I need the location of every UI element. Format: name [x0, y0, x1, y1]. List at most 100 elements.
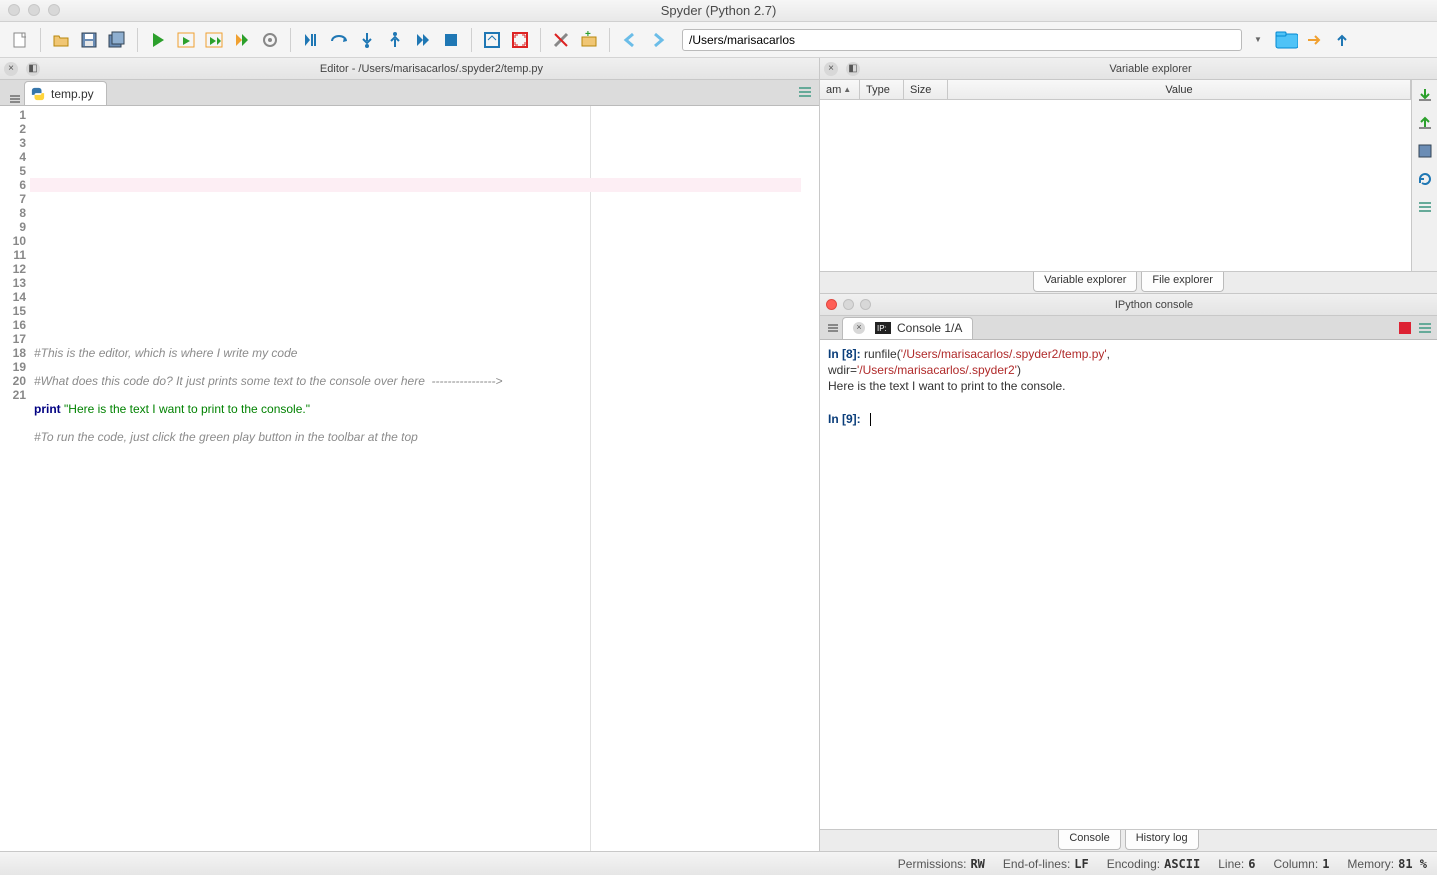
tab-variable-explorer[interactable]: Variable explorer: [1033, 272, 1137, 292]
ipython-title: IPython console: [871, 299, 1437, 311]
tab-history-log[interactable]: History log: [1125, 830, 1199, 850]
run-selection-button[interactable]: [230, 28, 254, 52]
status-memory-label: Memory:: [1347, 857, 1394, 871]
browse-dir-button[interactable]: [1274, 28, 1298, 52]
varex-saveas-button[interactable]: [1416, 142, 1434, 160]
variable-table-header: am▲ Type Size Value: [820, 80, 1411, 100]
svg-text:+: +: [585, 31, 591, 40]
col-size[interactable]: Size: [904, 80, 948, 99]
status-encoding-label: Encoding:: [1107, 857, 1160, 871]
forward-button[interactable]: [646, 28, 670, 52]
zoom-window-button[interactable]: [48, 4, 60, 16]
ipython-tab-list-button[interactable]: [824, 322, 842, 334]
varex-sidebar: [1411, 80, 1437, 271]
window-titlebar: Spyder (Python 2.7): [0, 0, 1437, 22]
ipython-close-button[interactable]: [826, 299, 837, 310]
save-all-button[interactable]: [105, 28, 129, 52]
ipython-bottom-tabs: Console History log: [820, 829, 1437, 851]
varex-title: Variable explorer: [864, 63, 1437, 75]
working-dir-dropdown[interactable]: ▼: [1246, 28, 1270, 52]
undock-pane-button[interactable]: ◧: [26, 62, 40, 76]
ipython-tab-label: Console 1/A: [897, 321, 962, 335]
working-dir-input[interactable]: [682, 29, 1242, 51]
pythonpath-button[interactable]: +: [577, 28, 601, 52]
status-bar: Permissions:RW End-of-lines: LF Encoding:…: [0, 851, 1437, 875]
python-file-icon: [31, 87, 45, 101]
run-cell-button[interactable]: [174, 28, 198, 52]
debug-button[interactable]: [299, 28, 323, 52]
col-name[interactable]: am▲: [820, 80, 860, 99]
variable-table[interactable]: am▲ Type Size Value: [820, 80, 1411, 271]
varex-save-button[interactable]: [1416, 114, 1434, 132]
code-editor[interactable]: 123456789101112131415161718192021 #This …: [0, 106, 819, 851]
close-window-button[interactable]: [8, 4, 20, 16]
status-line-label: Line:: [1218, 857, 1244, 871]
status-line-value: 6: [1248, 857, 1255, 871]
ipython-output[interactable]: In [8]: runfile('/Users/marisacarlos/.sp…: [820, 340, 1437, 829]
open-file-button[interactable]: [49, 28, 73, 52]
back-button[interactable]: [618, 28, 642, 52]
stop-debug-button[interactable]: [439, 28, 463, 52]
step-out-button[interactable]: [383, 28, 407, 52]
varex-import-button[interactable]: [1416, 86, 1434, 104]
ipython-header: IPython console: [820, 294, 1437, 316]
status-encoding-value: ASCII: [1164, 857, 1200, 871]
editor-tabs: temp.py: [0, 80, 819, 106]
run-cell-advance-button[interactable]: [202, 28, 226, 52]
ipython-console-pane: IPython console × IP: Console 1/A In [8]…: [820, 294, 1437, 851]
traffic-lights: [8, 4, 60, 16]
ipython-zoom-button[interactable]: [860, 299, 871, 310]
status-column-value: 1: [1322, 857, 1329, 871]
status-permissions-label: Permissions:: [898, 857, 967, 871]
tab-list-button[interactable]: [6, 93, 24, 105]
editor-pane: × ◧ Editor - /Users/marisacarlos/.spyder…: [0, 58, 820, 851]
ipython-tabs: × IP: Console 1/A: [820, 316, 1437, 340]
tab-file-explorer[interactable]: File explorer: [1141, 272, 1224, 292]
ipython-min-button[interactable]: [843, 299, 854, 310]
preferences-button[interactable]: [549, 28, 573, 52]
editor-pane-title: Editor - /Users/marisacarlos/.spyder2/te…: [44, 63, 819, 75]
status-eol-value: LF: [1074, 857, 1088, 871]
editor-pane-header: × ◧ Editor - /Users/marisacarlos/.spyder…: [0, 58, 819, 80]
editor-options-button[interactable]: [797, 84, 813, 103]
varex-options-button[interactable]: [1416, 198, 1434, 216]
status-eol-label: End-of-lines:: [1003, 857, 1070, 871]
main-toolbar: + ▼: [0, 22, 1437, 58]
ipython-traffic-lights: [820, 299, 871, 310]
ipython-options-button[interactable]: [1417, 320, 1433, 339]
new-file-button[interactable]: [8, 28, 32, 52]
svg-text:IP:: IP:: [877, 324, 887, 333]
set-dir-button[interactable]: [1302, 28, 1326, 52]
step-into-button[interactable]: [355, 28, 379, 52]
status-memory-value: 81 %: [1398, 857, 1427, 871]
run-config-button[interactable]: [258, 28, 282, 52]
step-over-button[interactable]: [327, 28, 351, 52]
varex-undock-button[interactable]: ◧: [846, 62, 860, 76]
fullscreen-button[interactable]: [508, 28, 532, 52]
varex-header: × ◧ Variable explorer: [820, 58, 1437, 80]
ipython-icon: IP:: [875, 322, 891, 334]
varex-refresh-button[interactable]: [1416, 170, 1434, 188]
run-button[interactable]: [146, 28, 170, 52]
variable-explorer-pane: × ◧ Variable explorer am▲ Type Size Valu…: [820, 58, 1437, 294]
save-button[interactable]: [77, 28, 101, 52]
maximize-pane-button[interactable]: [480, 28, 504, 52]
varex-close-button[interactable]: ×: [824, 62, 838, 76]
varex-tabs: Variable explorer File explorer: [820, 271, 1437, 293]
close-pane-button[interactable]: ×: [4, 62, 18, 76]
ipython-tab-close[interactable]: ×: [853, 322, 865, 334]
minimize-window-button[interactable]: [28, 4, 40, 16]
tab-console[interactable]: Console: [1058, 830, 1120, 850]
col-type[interactable]: Type: [860, 80, 904, 99]
line-number-gutter: 123456789101112131415161718192021: [0, 106, 30, 851]
continue-button[interactable]: [411, 28, 435, 52]
parent-dir-button[interactable]: [1330, 28, 1354, 52]
editor-tab-temp-py[interactable]: temp.py: [24, 81, 107, 105]
editor-tab-label: temp.py: [51, 87, 94, 101]
ipython-tab-console1[interactable]: × IP: Console 1/A: [842, 317, 973, 339]
status-column-label: Column:: [1274, 857, 1319, 871]
ipython-stop-button[interactable]: [1399, 322, 1411, 334]
window-title: Spyder (Python 2.7): [661, 3, 777, 18]
status-permissions-value: RW: [970, 857, 984, 871]
col-value[interactable]: Value: [948, 80, 1411, 99]
